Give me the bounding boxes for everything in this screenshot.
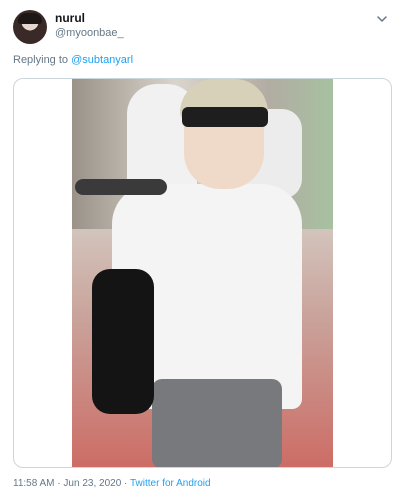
photo-backpack [92,269,154,414]
tweet-source-link[interactable]: Twitter for Android [130,478,211,489]
tweet-date[interactable]: Jun 23, 2020 [63,478,121,489]
photo-pants [152,379,282,467]
tweet-photo[interactable] [72,79,333,467]
media-card[interactable] [13,78,392,468]
replying-to: Replying to @subtanyarl [13,54,133,66]
tweet-time[interactable]: 11:58 AM [13,478,55,489]
meta-separator: · [124,478,128,489]
tweet-timestamp: 11:58 AM · Jun 23, 2020 · Twitter for An… [13,478,211,489]
user-display-name[interactable]: nurul [55,11,85,25]
avatar-hair [18,13,42,24]
redaction-bar [75,179,167,195]
reply-mention-link[interactable]: @subtanyarl [71,54,133,66]
user-handle[interactable]: @myoonbae_ [55,27,124,39]
tweet: nurul @myoonbae_ Replying to @subtanyarl… [0,0,401,502]
avatar[interactable] [13,10,47,44]
photo-headband [182,107,268,127]
meta-separator: · [57,478,61,489]
chevron-down-icon[interactable] [375,12,389,26]
replying-prefix: Replying to [13,54,69,66]
